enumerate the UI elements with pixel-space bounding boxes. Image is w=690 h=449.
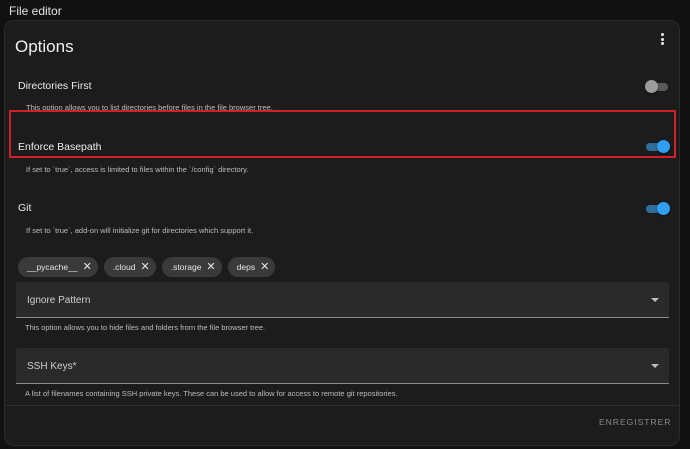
chip-label: .cloud (112, 262, 136, 272)
ssh-keys-helper: A list of filenames containing SSH priva… (25, 389, 398, 398)
enforce-basepath-description: If set to `true`, access is limited to f… (26, 165, 249, 174)
window-title: File editor (9, 4, 62, 18)
directories-first-title: Directories First (18, 80, 92, 92)
git-description: If set to `true`, add-on will initialize… (26, 226, 254, 235)
more-vertical-icon[interactable] (657, 31, 667, 47)
highlight-box (9, 110, 676, 158)
chip-label: .storage (170, 262, 202, 272)
ignore-pattern-label: Ignore Pattern (27, 295, 91, 306)
directories-first-toggle[interactable] (645, 80, 671, 93)
chip-label: deps (236, 262, 256, 272)
ssh-keys-select[interactable]: SSH Keys* (16, 348, 669, 384)
git-toggle[interactable] (645, 202, 671, 215)
close-icon[interactable]: ✕ (83, 261, 92, 273)
git-title: Git (18, 202, 32, 214)
close-icon[interactable]: ✕ (140, 261, 149, 273)
close-icon[interactable]: ✕ (206, 261, 215, 273)
chip-pycache[interactable]: __pycache__ ✕ (18, 257, 98, 277)
options-card: Options Directories First This option al… (4, 20, 680, 446)
chip-storage[interactable]: .storage ✕ (161, 257, 222, 277)
chip-label: __pycache__ (27, 262, 78, 272)
save-button[interactable]: ENREGISTRER (595, 415, 675, 429)
ssh-keys-label: SSH Keys* (27, 361, 77, 372)
chip-deps[interactable]: deps ✕ (227, 257, 276, 277)
card-title: Options (15, 37, 74, 56)
ignore-chip-list: __pycache__ ✕ .cloud ✕ .storage ✕ deps ✕ (18, 257, 276, 277)
dropdown-arrow-icon (651, 298, 659, 302)
ignore-pattern-helper: This option allows you to hide files and… (25, 323, 266, 332)
dropdown-arrow-icon (651, 364, 659, 368)
close-icon[interactable]: ✕ (260, 261, 269, 273)
ignore-pattern-select[interactable]: Ignore Pattern (16, 282, 669, 318)
divider (5, 405, 679, 406)
chip-cloud[interactable]: .cloud ✕ (103, 257, 156, 277)
